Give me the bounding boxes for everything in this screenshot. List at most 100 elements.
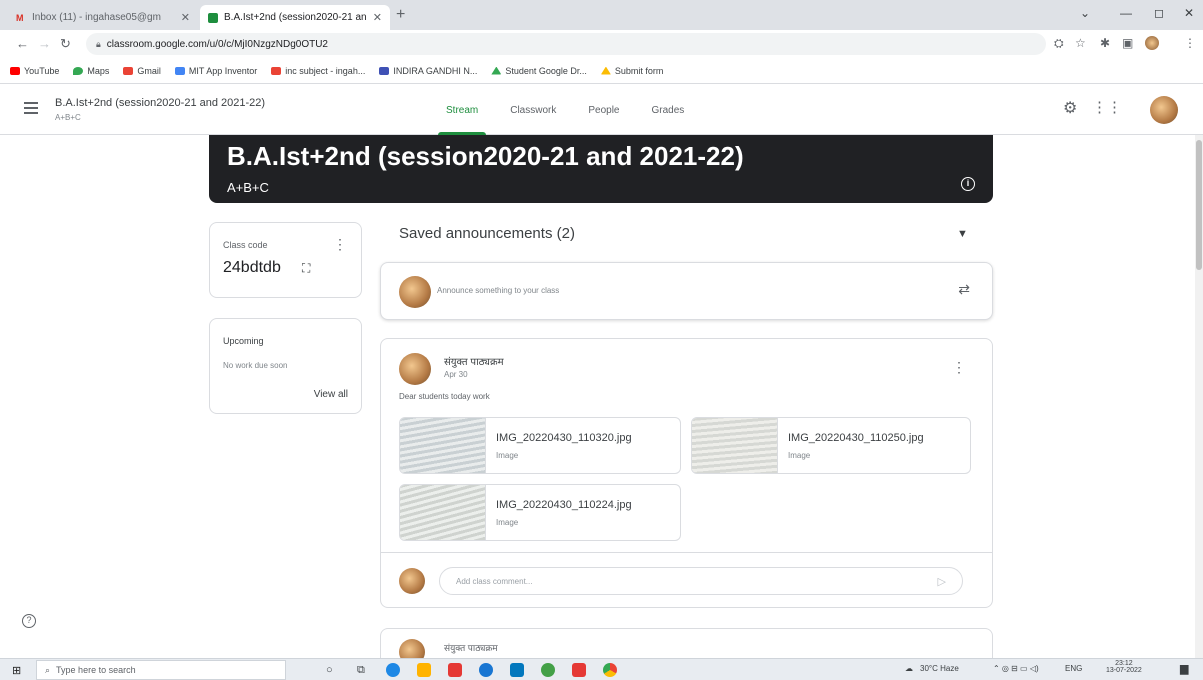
language-indicator[interactable]: ENG — [1065, 664, 1082, 673]
bookmark-drive[interactable]: Student Google Dr... — [491, 66, 587, 76]
announce-placeholder: Announce something to your class — [437, 286, 560, 295]
divider — [381, 552, 992, 553]
whatsapp-icon[interactable] — [541, 663, 555, 677]
url-bar[interactable]: 🔒︎ classroom.google.com/u/0/c/MjI0NzgzND… — [86, 33, 1046, 55]
class-code: 24bdtdb — [223, 259, 281, 276]
translate-icon[interactable]: ⛭ — [1054, 36, 1064, 51]
tab-title: Inbox (11) - ingahase05@gm — [32, 12, 161, 23]
tray-icons[interactable]: ⌃ ◎ ⊟ ▭ ◁) — [993, 664, 1039, 673]
announcement-post: संयुक्त पाठ्यक्रम Apr 30 ⋮ Dear students… — [380, 338, 993, 608]
attachment[interactable]: IMG_20220430_110250.jpg Image — [691, 417, 971, 474]
menu-icon[interactable] — [24, 102, 38, 114]
tab-search-icon[interactable]: ⌄ — [1080, 6, 1090, 20]
bookmark-star-icon[interactable]: ☆ — [1075, 36, 1086, 50]
maps-icon — [73, 66, 84, 75]
repost-icon[interactable]: ⇄ — [958, 281, 970, 298]
view-all-link[interactable]: View all — [314, 389, 348, 400]
search-icon: ⌕ — [45, 664, 51, 675]
image-thumbnail — [400, 485, 486, 540]
class-code-label: Class code — [223, 240, 268, 250]
close-window-button[interactable]: ✕ — [1184, 6, 1194, 20]
windows-start-icon[interactable]: ⊞ — [12, 664, 21, 677]
attachment-name: IMG_20220430_110250.jpg — [788, 432, 924, 444]
drive-icon — [491, 66, 502, 75]
tab-gmail[interactable]: M Inbox (11) - ingahase05@gm ✕ — [8, 5, 198, 30]
file-explorer-icon[interactable] — [417, 663, 431, 677]
taskbar-search[interactable]: ⌕ Type here to search — [36, 660, 286, 680]
tab-classroom[interactable]: B.A.Ist+2nd (session2020-21 an ✕ — [200, 5, 390, 30]
account-avatar[interactable] — [1150, 96, 1178, 124]
close-tab-icon[interactable]: ✕ — [373, 11, 382, 24]
attachment[interactable]: IMG_20220430_110224.jpg Image — [399, 484, 681, 541]
reload-icon[interactable]: ↻ — [60, 36, 71, 52]
bookmark-youtube[interactable]: YouTube — [10, 66, 59, 76]
drive-icon — [600, 66, 611, 75]
edge-icon[interactable] — [386, 663, 400, 677]
office-icon[interactable] — [448, 663, 462, 677]
profile-avatar[interactable] — [1145, 36, 1159, 50]
send-icon[interactable]: ▷ — [938, 575, 946, 588]
apps-grid-icon[interactable]: ⋮⋮ — [1092, 98, 1122, 116]
class-comment-input[interactable]: Add class comment... ▷ — [439, 567, 963, 595]
notification-icon[interactable]: ▆ — [1180, 662, 1188, 675]
youtube-icon — [10, 66, 20, 75]
clock[interactable]: 23:12 13-07-2022 — [1106, 660, 1142, 674]
bookmarks-bar: YouTube Maps Gmail MIT App Inventor inc … — [0, 58, 1203, 84]
browser-menu-icon[interactable]: ⋮ — [1184, 36, 1196, 50]
bookmark-indira[interactable]: INDIRA GANDHI N... — [379, 66, 477, 76]
chrome-icon[interactable] — [603, 663, 617, 677]
info-icon[interactable]: i — [961, 177, 975, 191]
settings-icon[interactable]: ⚙ — [1063, 98, 1077, 118]
forward-icon[interactable]: → — [38, 36, 51, 51]
gmail-icon — [123, 66, 134, 75]
attachment-type: Image — [788, 451, 811, 460]
site-icon — [379, 66, 390, 75]
tab-grades[interactable]: Grades — [636, 85, 701, 135]
bookmark-maps[interactable]: Maps — [73, 66, 109, 76]
tab-title: B.A.Ist+2nd (session2020-21 an — [224, 12, 367, 23]
bookmark-submit-form[interactable]: Submit form — [600, 66, 663, 76]
more-options-icon[interactable]: ⋮ — [333, 236, 347, 253]
new-tab-button[interactable]: + — [396, 6, 405, 24]
gmail-icon: M — [16, 12, 24, 23]
back-icon[interactable]: ← — [16, 36, 29, 51]
saved-announcements[interactable]: Saved announcements (2) — [399, 225, 575, 242]
maximize-button[interactable]: ◻ — [1154, 6, 1164, 20]
image-thumbnail — [400, 418, 486, 473]
classroom-header: B.A.Ist+2nd (session2020-21 and 2021-22)… — [0, 85, 1203, 135]
browser-icon[interactable] — [479, 663, 493, 677]
close-tab-icon[interactable]: ✕ — [181, 11, 190, 24]
cortana-icon[interactable]: ○ — [326, 663, 340, 677]
bookmark-inc-subject[interactable]: inc subject - ingah... — [271, 66, 365, 76]
youtube-icon[interactable] — [572, 663, 586, 677]
post-author: संयुक्त पाठ्यक्रम — [444, 357, 504, 368]
taskbar-search-placeholder: Type here to search — [56, 665, 136, 675]
more-options-icon[interactable]: ⋮ — [952, 359, 966, 376]
weather-icon[interactable]: ☁ — [905, 664, 913, 673]
taskbar: ⊞ ⌕ Type here to search ○ ⧉ ☁ 30°C Haze … — [0, 658, 1203, 680]
announce-box[interactable]: Announce something to your class ⇄ — [380, 262, 993, 320]
bookmark-mit[interactable]: MIT App Inventor — [174, 66, 257, 76]
attachment[interactable]: IMG_20220430_110320.jpg Image — [399, 417, 681, 474]
chevron-down-icon[interactable]: ▼ — [957, 228, 968, 240]
tab-people[interactable]: People — [572, 85, 635, 135]
tab-classwork[interactable]: Classwork — [494, 85, 572, 135]
store-icon[interactable] — [510, 663, 524, 677]
attachment-type: Image — [496, 518, 519, 527]
fullscreen-icon[interactable]: ⛶ — [302, 261, 310, 276]
extensions-icon[interactable]: ✱ — [1100, 36, 1110, 50]
tab-stream[interactable]: Stream — [430, 85, 494, 135]
sidepanel-icon[interactable]: ▣ — [1122, 36, 1133, 50]
avatar — [399, 353, 431, 385]
task-view-icon[interactable]: ⧉ — [357, 663, 371, 677]
class-code-card: Class code ⋮ 24bdtdb ⛶ — [209, 222, 362, 298]
banner-section: A+B+C — [227, 180, 269, 195]
post-author: संयुक्त पाठ्यक्रम — [444, 643, 498, 653]
class-title[interactable]: B.A.Ist+2nd (session2020-21 and 2021-22) — [55, 97, 265, 109]
scrollbar-thumb[interactable] — [1196, 140, 1202, 270]
bookmark-gmail[interactable]: Gmail — [123, 66, 161, 76]
help-icon[interactable]: ? — [22, 614, 36, 628]
weather-text[interactable]: 30°C Haze — [920, 664, 959, 673]
minimize-button[interactable]: — — [1120, 6, 1132, 20]
announcement-post: संयुक्त पाठ्यक्रम — [380, 628, 993, 665]
